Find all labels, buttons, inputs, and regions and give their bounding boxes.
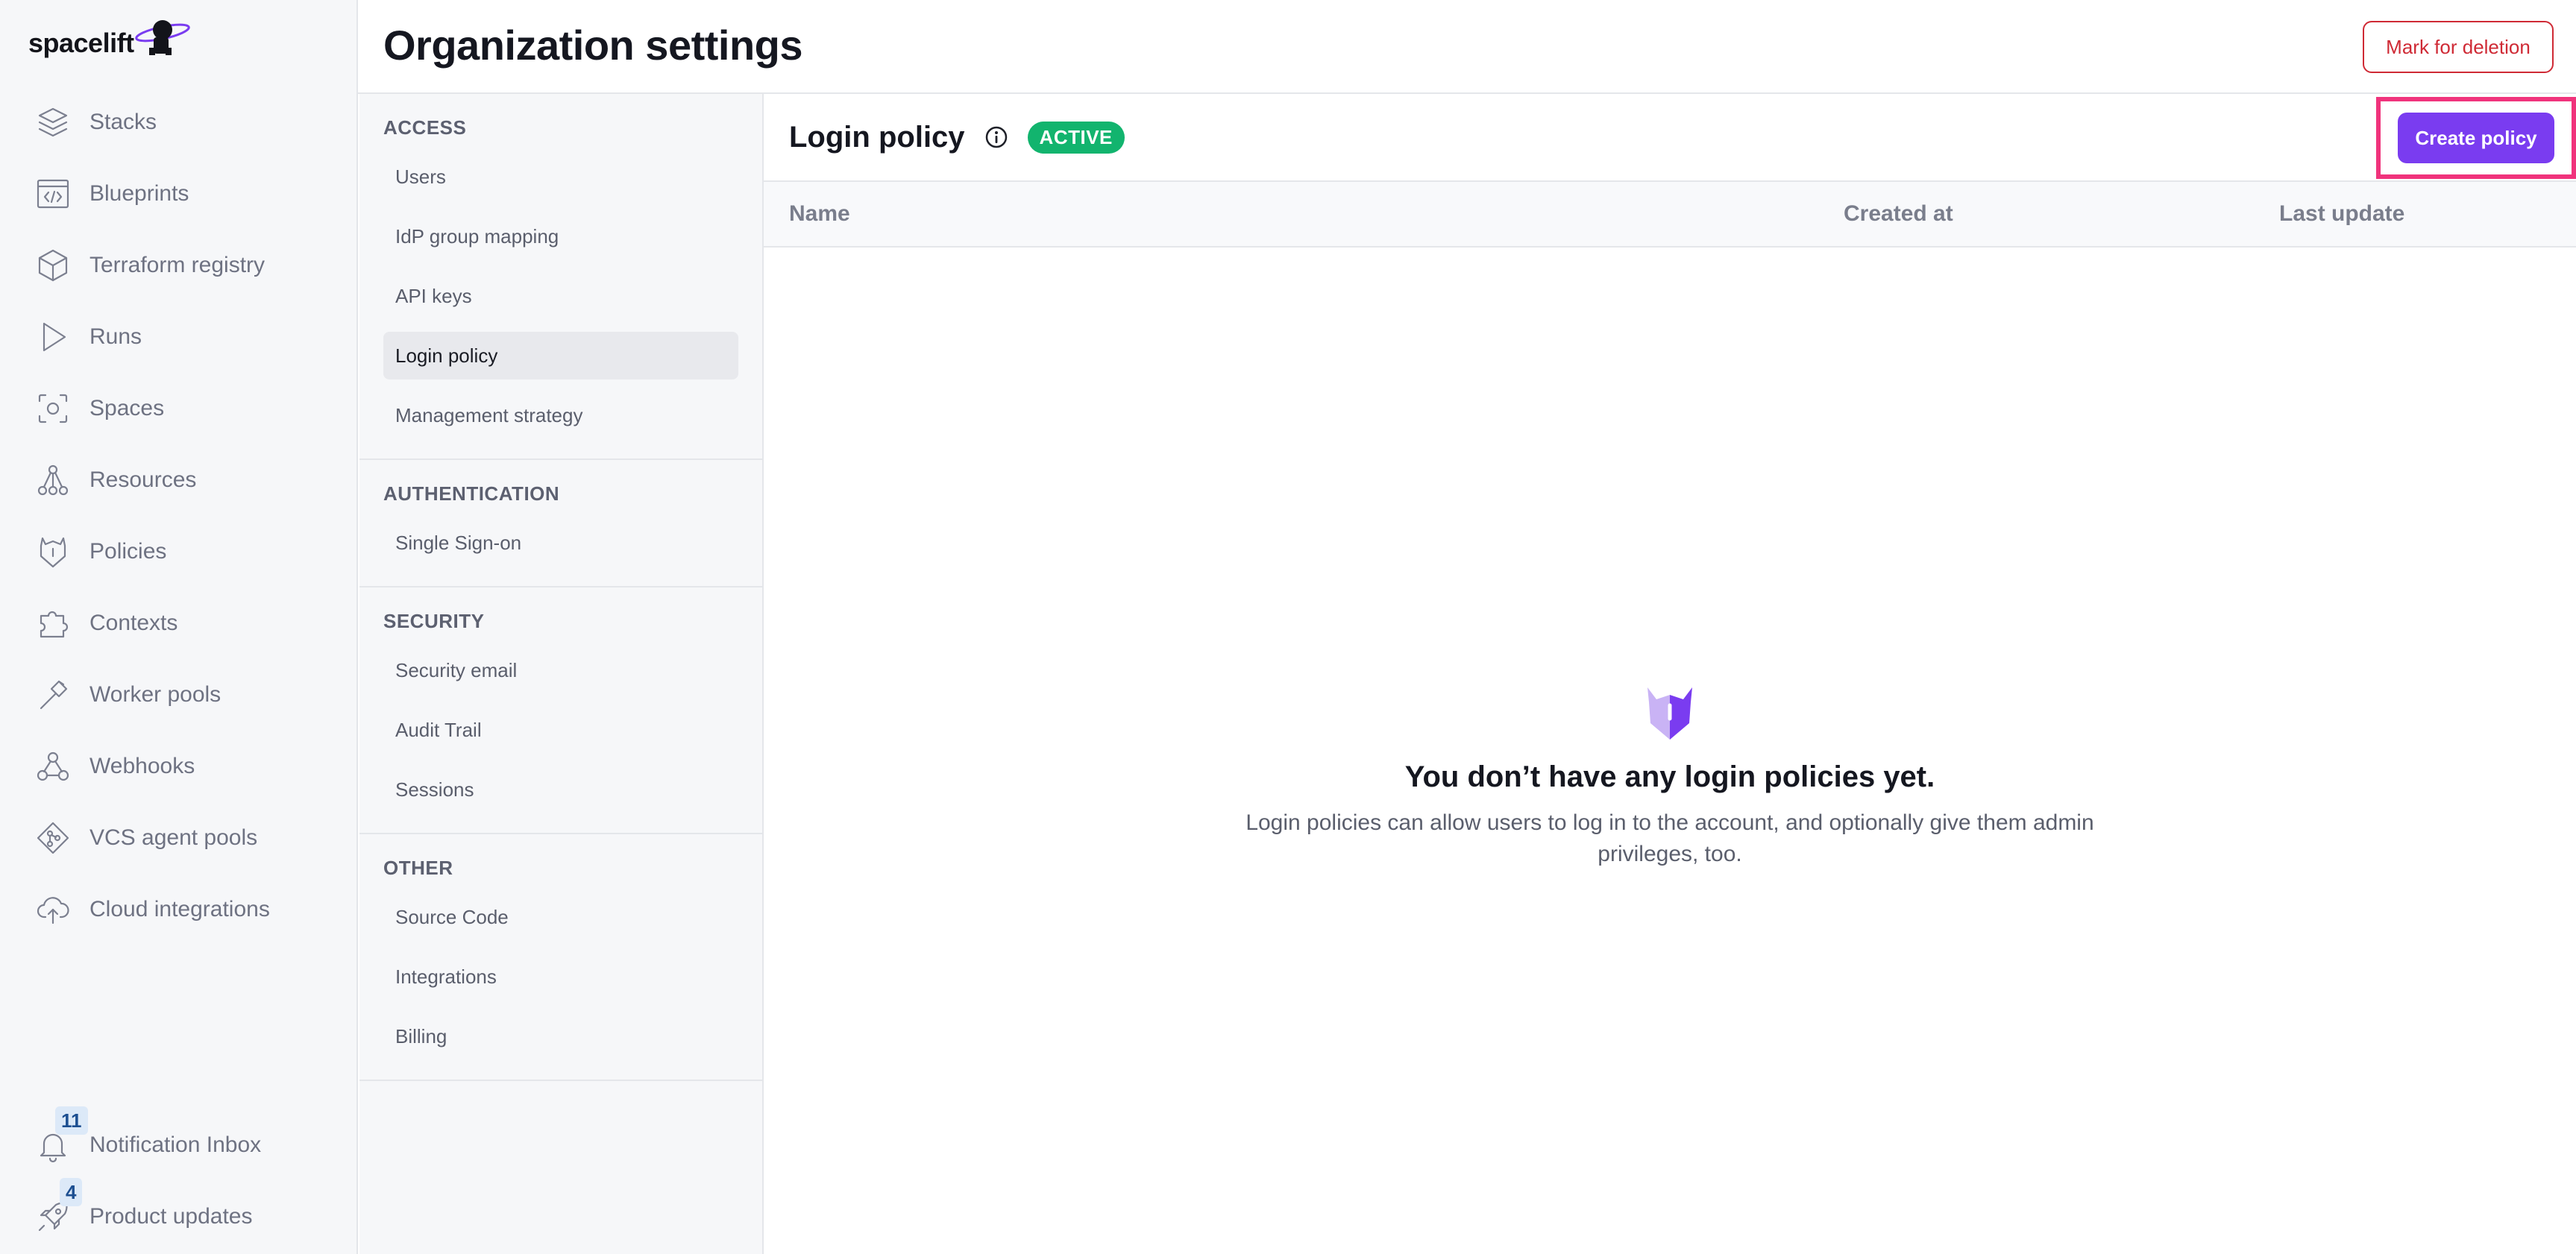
nav-item-label: VCS agent pools	[89, 825, 258, 850]
empty-state-description: Login policies can allow users to log in…	[1245, 810, 2094, 866]
nav-item-label: Terraform registry	[89, 253, 266, 277]
subnav-item-api-keys[interactable]: API keys	[383, 272, 738, 320]
login-policy-panel: Login policy ACTIVE Create policy Name C…	[764, 94, 2576, 1254]
puzzle-icon	[34, 605, 72, 642]
webhook-icon	[34, 748, 72, 785]
nav-item-terraform-registry[interactable]: Terraform registry	[0, 230, 356, 301]
subnav-item-source-code[interactable]: Source Code	[383, 893, 738, 941]
subnav-item-login-policy[interactable]: Login policy	[383, 332, 738, 379]
cloud-upload-icon	[34, 891, 72, 928]
section-title: AUTHENTICATION	[383, 482, 560, 505]
panel-header: Login policy ACTIVE Create policy	[764, 94, 2576, 182]
settings-subnav: ACCESS Users IdP group mapping API keys …	[359, 94, 764, 1254]
subnav-item-security-email[interactable]: Security email	[383, 646, 738, 694]
settings-section-authentication: AUTHENTICATION Single Sign-on	[359, 460, 762, 587]
logo-astronaut-icon	[134, 20, 190, 55]
subnav-item-single-sign-on[interactable]: Single Sign-on	[383, 519, 738, 567]
nav-item-vcs-agent-pools[interactable]: VCS agent pools	[0, 802, 356, 874]
nav-item-label: Stacks	[89, 110, 157, 134]
hammer-icon	[34, 676, 72, 713]
subnav-item-idp-group-mapping[interactable]: IdP group mapping	[383, 212, 738, 260]
mark-for-deletion-button[interactable]: Mark for deletion	[2363, 21, 2554, 73]
nav-item-notification-inbox[interactable]: Notification Inbox 11	[0, 1106, 356, 1181]
subnav-item-users[interactable]: Users	[383, 153, 738, 201]
focus-circle-icon	[34, 390, 72, 427]
panel-title: Login policy	[789, 120, 965, 154]
subnav-item-audit-trail[interactable]: Audit Trail	[383, 706, 738, 754]
create-policy-highlight: Create policy	[2376, 97, 2576, 179]
nav-item-label: Spaces	[89, 396, 165, 420]
section-title: OTHER	[383, 857, 453, 879]
product-updates-count-badge: 4	[60, 1178, 83, 1206]
nav-item-label: Blueprints	[89, 181, 189, 206]
nav-item-label: Worker pools	[89, 682, 222, 707]
column-header-name[interactable]: Name	[789, 201, 850, 227]
nav-list: Stacks Blueprints Terraform registry Run…	[0, 86, 356, 945]
column-header-created-at[interactable]: Created at	[1844, 201, 1953, 227]
nav-item-cloud-integrations[interactable]: Cloud integrations	[0, 874, 356, 945]
nav-item-label: Resources	[89, 467, 197, 492]
nav-item-policies[interactable]: Policies	[0, 516, 356, 587]
nav-item-blueprints[interactable]: Blueprints	[0, 158, 356, 230]
subnav-item-integrations[interactable]: Integrations	[383, 953, 738, 1001]
section-title: SECURITY	[383, 610, 485, 632]
nav-item-product-updates[interactable]: Product updates 4	[0, 1178, 356, 1253]
notification-count-badge: 11	[55, 1106, 88, 1135]
subnav-item-sessions[interactable]: Sessions	[383, 766, 738, 813]
nav-item-spaces[interactable]: Spaces	[0, 373, 356, 444]
empty-state-title: You don’t have any login policies yet.	[1404, 760, 1935, 793]
nav-item-stacks[interactable]: Stacks	[0, 86, 356, 158]
section-title: ACCESS	[383, 116, 467, 139]
logo-text: spacelift	[28, 28, 134, 58]
nav-item-resources[interactable]: Resources	[0, 444, 356, 516]
git-diamond-icon	[34, 819, 72, 857]
empty-state: You don’t have any login policies yet. L…	[764, 683, 2576, 870]
hierarchy-icon	[34, 461, 72, 499]
settings-section-security: SECURITY Security email Audit Trail Sess…	[359, 587, 762, 834]
table-header: Name Created at Last update	[764, 182, 2576, 248]
settings-section-other: OTHER Source Code Integrations Billing	[359, 834, 762, 1081]
settings-section-access: ACCESS Users IdP group mapping API keys …	[359, 94, 762, 460]
cube-icon	[34, 247, 72, 284]
nav-item-webhooks[interactable]: Webhooks	[0, 731, 356, 802]
nav-item-label: Webhooks	[89, 754, 195, 778]
spacelift-logo[interactable]: spacelift	[28, 15, 194, 60]
nav-item-label: Policies	[89, 539, 167, 564]
nav-item-label: Cloud integrations	[89, 897, 270, 921]
code-window-icon	[34, 175, 72, 212]
nav-item-contexts[interactable]: Contexts	[0, 587, 356, 659]
subnav-item-billing[interactable]: Billing	[383, 1012, 738, 1060]
status-badge: ACTIVE	[1027, 121, 1125, 154]
nav-item-label: Runs	[89, 324, 142, 349]
shield-horns-icon	[34, 533, 72, 570]
page-title: Organization settings	[383, 22, 803, 69]
main-sidebar: spacelift Stacks Blueprints Terraform re…	[0, 0, 358, 1254]
nav-item-worker-pools[interactable]: Worker pools	[0, 659, 356, 731]
layers-icon	[34, 104, 72, 141]
nav-item-label: Product updates	[89, 1204, 253, 1229]
policy-shield-icon	[1647, 687, 1692, 740]
create-policy-button[interactable]: Create policy	[2398, 113, 2554, 163]
subnav-item-management-strategy[interactable]: Management strategy	[383, 391, 738, 439]
column-header-last-update[interactable]: Last update	[2279, 201, 2404, 227]
nav-item-label: Notification Inbox	[89, 1132, 262, 1157]
play-icon	[34, 318, 72, 356]
nav-item-runs[interactable]: Runs	[0, 301, 356, 373]
info-icon[interactable]	[984, 125, 1008, 149]
nav-item-label: Contexts	[89, 611, 178, 635]
